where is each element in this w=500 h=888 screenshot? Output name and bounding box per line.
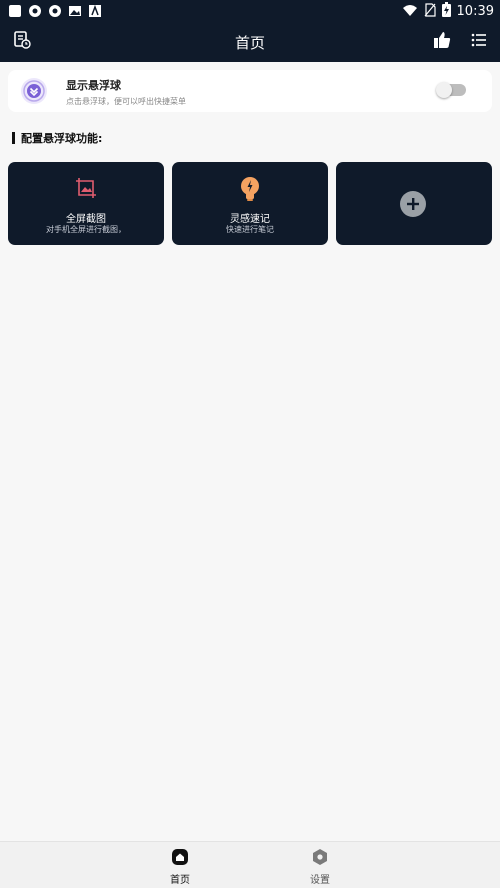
add-icon [400, 191, 426, 217]
float-ball-toggle[interactable] [436, 82, 466, 98]
app-bar: 首页 [0, 22, 500, 62]
status-bar-right: 10:39 [402, 2, 494, 21]
nav-label-settings: 设置 [310, 875, 330, 886]
notification-square-icon [8, 3, 22, 17]
settings-icon [280, 848, 360, 868]
page-title: 首页 [234, 34, 265, 52]
nav-label-home: 首页 [170, 875, 190, 886]
tile-fullscreen-screenshot[interactable]: 全屏截图 对手机全屏进行截图， [8, 162, 164, 245]
tile-quick-note[interactable]: 灵感速记 快速进行笔记 [172, 162, 328, 245]
status-time: 10:39 [456, 4, 494, 19]
image-icon [68, 3, 82, 17]
thumbs-up-button[interactable] [431, 31, 453, 53]
lightbulb-icon [172, 176, 328, 202]
list-menu-button[interactable] [468, 31, 490, 53]
tile-subtitle: 快速进行笔记 [226, 225, 274, 234]
sync-icon [48, 3, 62, 17]
tile-subtitle: 对手机全屏进行截图， [46, 225, 126, 234]
wifi-icon [402, 3, 418, 21]
status-bar-left [8, 3, 102, 17]
thumbs-up-icon [432, 30, 452, 54]
tile-add-function[interactable] [336, 162, 492, 245]
nav-item-settings[interactable]: 设置 [280, 848, 360, 886]
tile-title: 灵感速记 [230, 214, 270, 225]
sync-icon [28, 3, 42, 17]
toggle-knob [436, 82, 452, 98]
status-bar: 10:39 [0, 0, 500, 22]
tile-title: 全屏截图 [66, 214, 106, 225]
section-marker [12, 132, 15, 144]
nav-item-home[interactable]: 首页 [140, 848, 220, 886]
no-sim-icon [424, 2, 436, 21]
home-icon [140, 848, 220, 868]
list-menu-icon [470, 31, 488, 53]
text-icon [88, 3, 102, 17]
float-ball-card: 显示悬浮球 点击悬浮球，便可以呼出快捷菜单 [8, 70, 492, 112]
battery-charging-icon [441, 2, 451, 21]
bottom-navigation: 首页 设置 [0, 841, 500, 888]
screenshot-icon [8, 176, 164, 202]
float-ball-title: 显示悬浮球 [66, 79, 121, 92]
section-title: 配置悬浮球功能: [21, 132, 103, 145]
float-ball-subtitle: 点击悬浮球，便可以呼出快捷菜单 [66, 97, 186, 106]
section-header: 配置悬浮球功能: [12, 130, 102, 146]
app-logo-icon [20, 77, 48, 105]
